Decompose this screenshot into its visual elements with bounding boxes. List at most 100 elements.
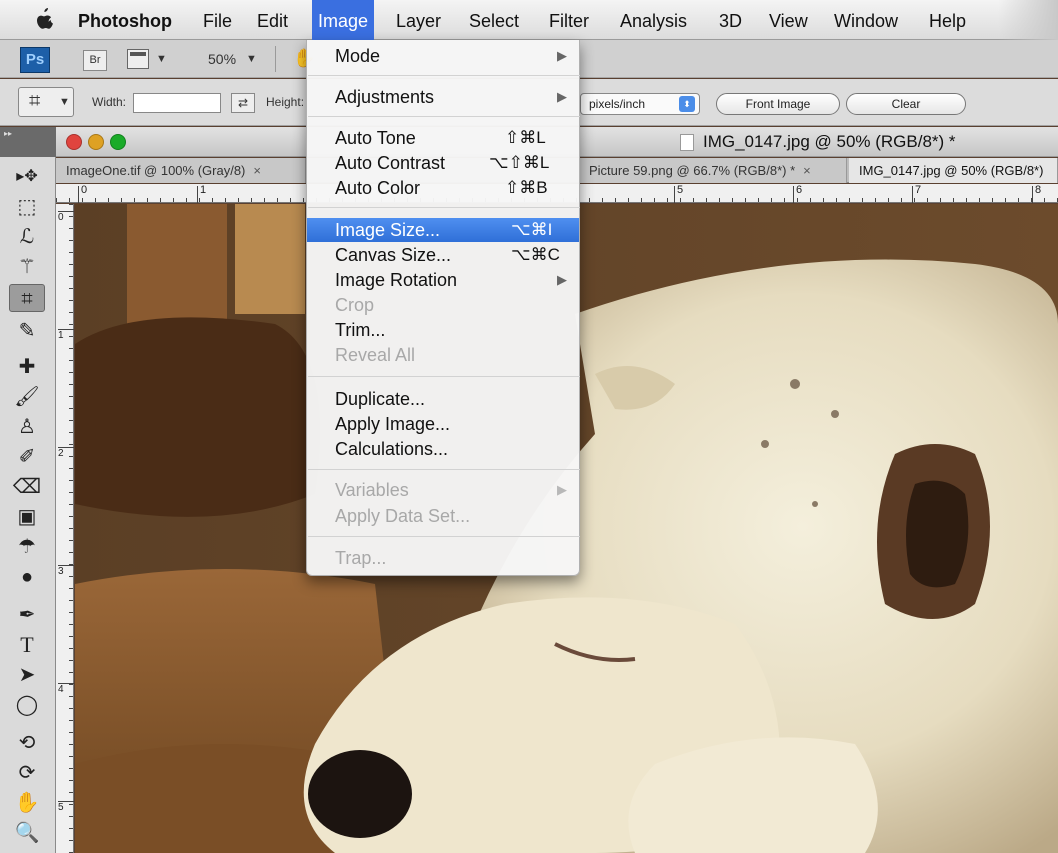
zoom-level[interactable]: 50% bbox=[208, 51, 236, 67]
blur-tool-icon[interactable]: ☂ bbox=[9, 533, 45, 561]
panel-grip[interactable] bbox=[0, 127, 56, 157]
menu-item-apply-image[interactable]: Apply Image... bbox=[307, 412, 579, 436]
document-icon bbox=[680, 134, 694, 151]
photoshop-logo[interactable]: Ps bbox=[20, 47, 50, 73]
submenu-arrow-icon: ▶ bbox=[557, 89, 567, 104]
tab-img-0147[interactable]: IMG_0147.jpg @ 50% (RGB/8*) bbox=[849, 158, 1058, 183]
menu-item-auto-tone[interactable]: Auto Tone ⇧⌘L bbox=[307, 126, 579, 150]
menu-layer[interactable]: Layer bbox=[388, 0, 449, 40]
menu-item-label: Auto Color bbox=[335, 178, 421, 198]
menu-item-label: Canvas Size... bbox=[335, 245, 452, 265]
zoom-window-button[interactable] bbox=[110, 134, 126, 150]
menu-item-label: Apply Data Set... bbox=[335, 506, 471, 526]
width-label: Width: bbox=[92, 95, 127, 109]
tab-label: ImageOne.tif @ 100% (Gray/8) bbox=[66, 163, 246, 178]
ruler-number: 1 bbox=[200, 184, 207, 196]
menu-item-image-rotation[interactable]: Image Rotation ▶ bbox=[307, 268, 579, 292]
apple-icon[interactable] bbox=[34, 8, 54, 30]
ruler-number: 7 bbox=[915, 184, 922, 196]
zoom-tool-icon[interactable]: 🔍 bbox=[9, 819, 45, 847]
menu-item-canvas-size[interactable]: Canvas Size... ⌥⌘C bbox=[307, 243, 579, 267]
history-brush-tool-icon[interactable]: ✐ bbox=[9, 443, 45, 471]
marquee-tool-icon[interactable]: ⬚ bbox=[9, 193, 45, 221]
eyedropper-tool-icon[interactable]: ✎ bbox=[9, 317, 45, 345]
hand-tool-icon[interactable]: ✋ bbox=[9, 789, 45, 817]
crop-tool-icon[interactable]: ⌗ bbox=[9, 284, 45, 312]
pen-tool-icon[interactable]: ✒ bbox=[9, 601, 45, 629]
minimize-window-button[interactable] bbox=[88, 134, 104, 150]
screen-mode-icon[interactable] bbox=[127, 49, 149, 69]
close-icon[interactable]: × bbox=[253, 163, 261, 178]
menu-item-auto-color[interactable]: Auto Color ⇧⌘B bbox=[307, 176, 579, 200]
ruler-major-tick bbox=[674, 186, 675, 203]
menu-window[interactable]: Window bbox=[826, 0, 906, 40]
close-icon[interactable]: × bbox=[803, 163, 811, 178]
ruler-number: 5 bbox=[677, 184, 684, 196]
brush-tool-icon[interactable]: 🖌 bbox=[9, 383, 45, 411]
menu-select[interactable]: Select bbox=[461, 0, 527, 40]
shortcut: ⇧⌘B bbox=[505, 178, 548, 197]
swap-dimensions-button[interactable]: ⇄ bbox=[231, 93, 255, 113]
ruler-number: 1 bbox=[58, 330, 64, 341]
close-window-button[interactable] bbox=[66, 134, 82, 150]
menu-bar: Photoshop File Edit Image Layer Select F… bbox=[0, 0, 1058, 40]
menu-item-auto-contrast[interactable]: Auto Contrast ⌥⇧⌘L bbox=[307, 151, 579, 175]
ellipse-tool-icon[interactable]: ◯ bbox=[9, 691, 45, 719]
resolution-units-select[interactable]: pixels/inch ⬍ bbox=[580, 93, 700, 115]
height-label: Height: bbox=[266, 95, 305, 109]
clear-button[interactable]: Clear bbox=[846, 93, 966, 115]
menu-item-trap: Trap... bbox=[307, 546, 579, 570]
menu-item-crop: Crop bbox=[307, 293, 579, 317]
healing-brush-tool-icon[interactable]: ✚ bbox=[9, 353, 45, 381]
width-field[interactable] bbox=[133, 93, 221, 113]
3d-orbit-tool-icon[interactable]: ⟳ bbox=[9, 759, 45, 787]
gradient-tool-icon[interactable]: ▣ bbox=[9, 503, 45, 531]
shortcut: ⌥⌘C bbox=[511, 245, 560, 264]
menu-item-adjustments[interactable]: Adjustments ▶ bbox=[307, 85, 579, 109]
dodge-tool-icon[interactable]: ● bbox=[9, 563, 45, 591]
3d-rotate-tool-icon[interactable]: ⟲ bbox=[9, 729, 45, 757]
menu-item-trim[interactable]: Trim... bbox=[307, 318, 579, 342]
chevron-down-icon[interactable]: ▼ bbox=[246, 53, 257, 65]
menu-item-mode[interactable]: Mode ▶ bbox=[307, 44, 579, 68]
menu-divider bbox=[308, 207, 580, 208]
tool-preset-picker[interactable]: ⌗ ▼ bbox=[18, 87, 74, 117]
menu-filter[interactable]: Filter bbox=[541, 0, 597, 40]
bridge-button[interactable]: Br bbox=[83, 50, 107, 71]
tab-imageone[interactable]: ImageOne.tif @ 100% (Gray/8) × bbox=[56, 158, 306, 183]
menu-3d[interactable]: 3D bbox=[711, 0, 750, 40]
menu-item-image-size[interactable]: Image Size... ⌥⌘I bbox=[307, 218, 579, 242]
vertical-ruler[interactable]: 0 1 2 3 4 5 bbox=[56, 204, 74, 853]
eraser-tool-icon[interactable]: ⌫ bbox=[9, 473, 45, 501]
menu-item-duplicate[interactable]: Duplicate... bbox=[307, 387, 579, 411]
type-tool-icon[interactable]: T bbox=[9, 631, 45, 659]
path-selection-tool-icon[interactable]: ➤ bbox=[9, 661, 45, 689]
menu-image[interactable]: Image bbox=[312, 0, 375, 40]
menu-view[interactable]: View bbox=[761, 0, 816, 40]
lasso-tool-icon[interactable]: ℒ bbox=[9, 223, 45, 251]
menu-item-label: Trap... bbox=[335, 548, 387, 568]
menu-help[interactable]: Help bbox=[921, 0, 974, 40]
image-menu-dropdown: Mode ▶ Adjustments ▶ Auto Tone ⇧⌘L Auto … bbox=[306, 40, 580, 576]
magic-wand-tool-icon[interactable]: ⚚ bbox=[9, 253, 45, 281]
divider bbox=[275, 46, 276, 72]
menu-item-label: Crop bbox=[335, 295, 375, 315]
menu-analysis[interactable]: Analysis bbox=[612, 0, 695, 40]
menu-photoshop[interactable]: Photoshop bbox=[70, 0, 180, 40]
chevron-down-icon: ▼ bbox=[59, 96, 70, 108]
menu-edit[interactable]: Edit bbox=[249, 0, 296, 40]
menu-item-calculations[interactable]: Calculations... bbox=[307, 437, 579, 461]
tab-picture-59[interactable]: Picture 59.png @ 66.7% (RGB/8*) * × bbox=[579, 158, 847, 183]
menu-item-reveal-all: Reveal All bbox=[307, 343, 579, 367]
ruler-number: 0 bbox=[81, 184, 88, 196]
tools-panel: ▸✥ ⬚ ℒ ⚚ ⌗ ✎ ✚ 🖌 ♙ ✐ ⌫ ▣ ☂ ● ✒ T ➤ ◯ ⟲ ⟳… bbox=[0, 127, 56, 853]
menu-item-label: Auto Tone bbox=[335, 128, 416, 148]
chevron-down-icon[interactable]: ▼ bbox=[156, 53, 167, 65]
clone-stamp-tool-icon[interactable]: ♙ bbox=[9, 413, 45, 441]
move-tool-icon[interactable]: ▸✥ bbox=[9, 163, 45, 191]
menu-item-label: Variables bbox=[335, 480, 409, 500]
menu-file[interactable]: File bbox=[195, 0, 240, 40]
submenu-arrow-icon: ▶ bbox=[557, 482, 567, 497]
front-image-button[interactable]: Front Image bbox=[716, 93, 840, 115]
menu-divider bbox=[308, 75, 580, 76]
